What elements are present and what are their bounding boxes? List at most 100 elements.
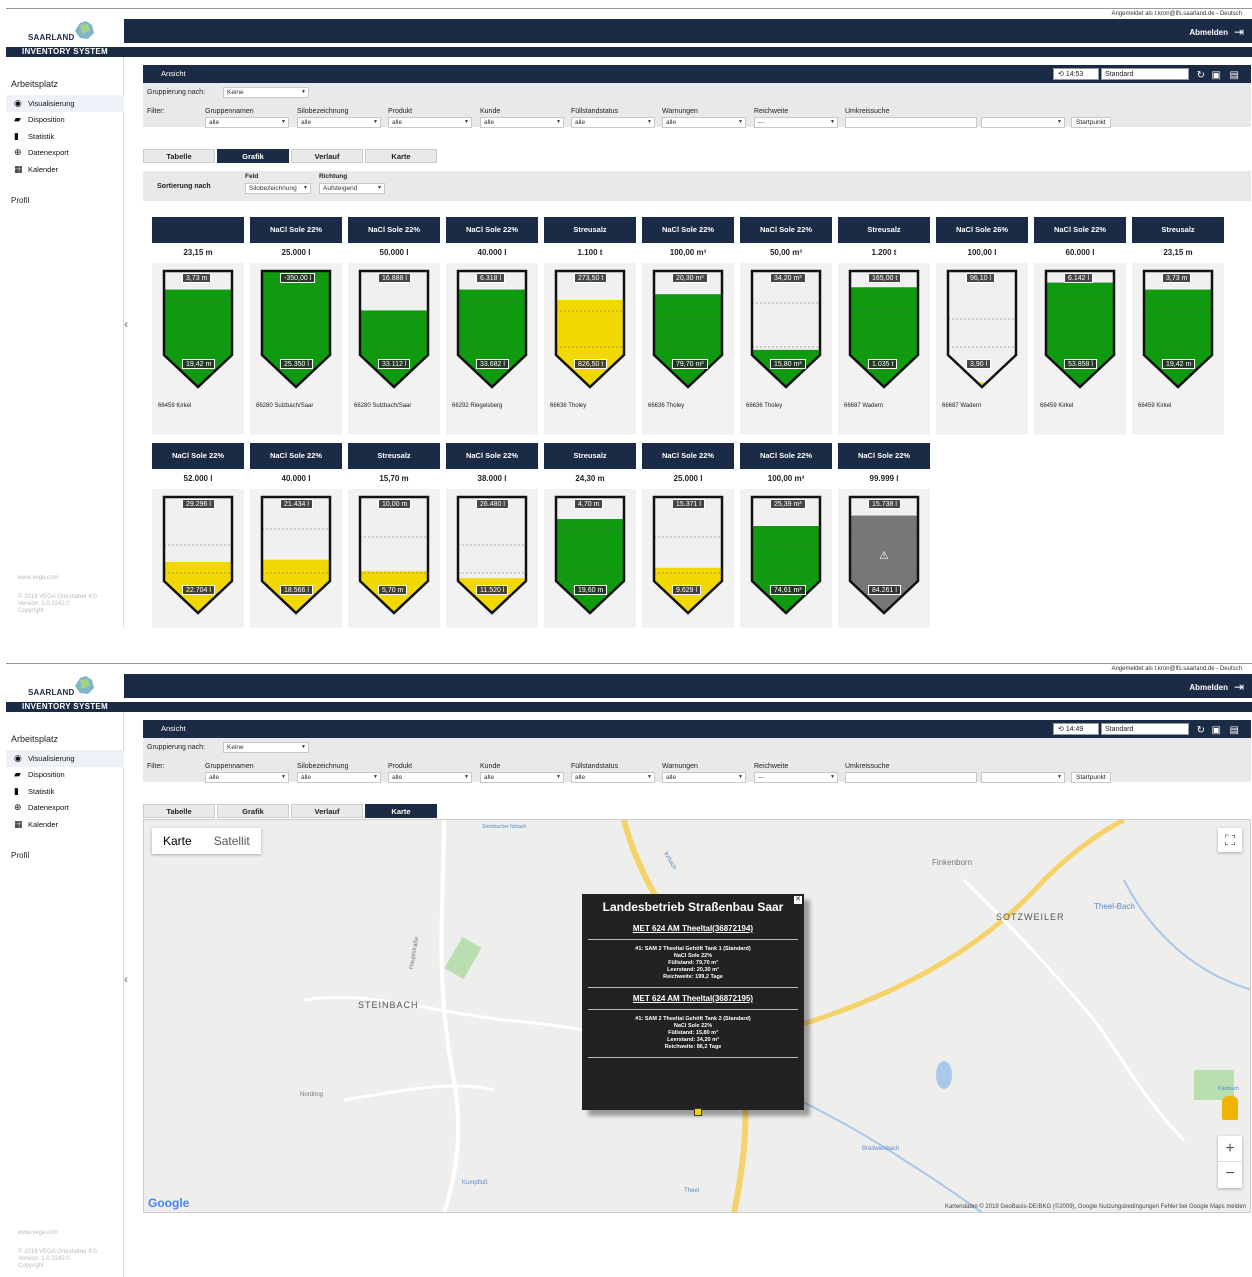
silo-card[interactable]: NaCl Sole 22% 40.000 l 6.318 l 33.682 l 6629…	[446, 217, 538, 435]
filter-silobezeichnung-select[interactable]: alle	[297, 117, 381, 128]
startpunkt-button[interactable]: Startpunkt	[1071, 772, 1111, 783]
sidebar-item-profil[interactable]: Profil	[11, 196, 29, 205]
radius-input[interactable]	[845, 117, 977, 128]
detail-line: NaCl Sole 22%	[673, 953, 713, 959]
sidebar-item-visualisierung[interactable]: ◉ Visualisierung	[6, 95, 124, 112]
tab-verlauf[interactable]: Verlauf	[291, 149, 363, 163]
sidebar-item-profil[interactable]: Profil	[11, 851, 29, 860]
filter-silobezeichnung-select[interactable]: alle	[297, 772, 381, 783]
filter-panel: Gruppierung nach: Keine Filter: Gruppenn…	[143, 83, 1251, 128]
sidebar-item-statistik[interactable]: ▮ Statistik	[6, 783, 124, 800]
tab-grafik[interactable]: Grafik	[217, 149, 289, 163]
silo-card[interactable]: Streusalz 1.100 t 273,50 t 826,50 t 66636 Th…	[544, 217, 636, 435]
collapse-sidebar-icon[interactable]: ‹	[124, 317, 134, 331]
startpunkt-button[interactable]: Startpunkt	[1071, 117, 1111, 128]
sidebar-item-kalender[interactable]: ▦ Kalender	[6, 816, 124, 833]
tab-karte[interactable]: Karte	[365, 804, 437, 818]
silo-card[interactable]: NaCl Sole 22% 50.000 l 16.888 l 33.112 l 662…	[348, 217, 440, 435]
time-button[interactable]: ⟲ 14:49	[1053, 723, 1099, 735]
map-type-karte-button[interactable]: Karte	[152, 828, 203, 854]
map-marker-icon[interactable]	[694, 1108, 702, 1116]
silo-card[interactable]: Streusalz 23,15 m 3,73 m 19,42 m 66459 Kirke…	[1132, 217, 1224, 435]
tab-grafik[interactable]: Grafik	[217, 804, 289, 818]
sidebar-item-datenexport[interactable]: ⊕ Datenexport	[6, 145, 124, 162]
tab-tabelle[interactable]: Tabelle	[143, 804, 215, 818]
map-attribution[interactable]: Kartendaten © 2019 GeoBasis-DE/BKG (©200…	[945, 1204, 1246, 1210]
filter-fuellstand-select[interactable]: alle	[571, 117, 655, 128]
zoom-out-icon[interactable]: −	[1218, 1162, 1242, 1188]
silo-card[interactable]: NaCl Sole 22% 25.000 l -350,00 l 25.350 l 66…	[250, 217, 342, 435]
tab-karte[interactable]: Karte	[365, 149, 437, 163]
silo-location: 66459 Kirkel	[158, 403, 192, 409]
sidebar-item-disposition[interactable]: ▰ Disposition	[6, 112, 124, 129]
tab-verlauf[interactable]: Verlauf	[291, 804, 363, 818]
filter-produkt-select[interactable]: alle	[388, 772, 472, 783]
pegman-icon[interactable]	[1222, 1096, 1238, 1120]
filter-panel: Gruppierung nach: Keine Filter: Gruppenn…	[143, 738, 1251, 783]
zoom-in-icon[interactable]: +	[1218, 1136, 1242, 1162]
filter-kunde-select[interactable]: alle	[480, 117, 564, 128]
sidebar-item-statistik[interactable]: ▮ Statistik	[6, 128, 124, 145]
silo-card[interactable]: Streusalz 1.200 t 165,00 t 1.035 t 66687 Wad…	[838, 217, 930, 435]
silo-card[interactable]: NaCl Sole 22% 100,00 m³ 20,30 m³ 79,70 m³ 66…	[642, 217, 734, 435]
map-type-satellit-button[interactable]: Satellit	[203, 828, 261, 854]
silo-capacity: 50,00 m³	[740, 243, 832, 263]
silo-location: 66280 Sulzbach/Saar	[354, 403, 412, 409]
sort-direction-select[interactable]: Aufsteigend	[319, 183, 385, 194]
radius-input[interactable]	[845, 772, 977, 783]
popup-site-link-1[interactable]: MET 624 AM Theeltal(36872194)	[582, 924, 804, 933]
filter-warnungen-select[interactable]: alle	[662, 117, 746, 128]
silo-card[interactable]: NaCl Sole 22%52.000 l29.296 l22.704 l664…	[152, 443, 244, 628]
eye-icon: ◉	[14, 752, 22, 763]
silo-empty-value: 10,00 m	[378, 499, 412, 509]
filter-reichweite-select[interactable]: ---	[754, 117, 838, 128]
filter-gruppennamen-label: Gruppennamen	[205, 108, 254, 115]
sidebar-item-kalender[interactable]: ▦ Kalender	[6, 161, 124, 178]
radius-select[interactable]	[981, 772, 1065, 783]
silo-card[interactable]: 23,15 m 3,73 m 19,42 m 66459 Kirkel	[152, 217, 244, 435]
logout-button[interactable]: Abmelden	[1189, 683, 1228, 692]
silo-card[interactable]: NaCl Sole 22% 60.000 l 6.142 l 53.858 l 6645…	[1034, 217, 1126, 435]
grouping-select[interactable]: Keine	[223, 87, 309, 98]
footer-url[interactable]: www.vega.com	[18, 1230, 97, 1237]
preset-select[interactable]: Standard	[1101, 723, 1189, 735]
sort-field-label: Feld	[245, 173, 259, 180]
close-icon[interactable]: ✕	[794, 896, 802, 904]
filter-gruppennamen-select[interactable]: alle	[205, 117, 289, 128]
sidebar-item-disposition[interactable]: ▰ Disposition	[6, 767, 124, 784]
popup-site-link-2[interactable]: MET 624 AM Theeltal(36872195)	[582, 994, 804, 1003]
silo-card[interactable]: NaCl Sole 22%25.000 l15.371 l9.629 l6639…	[642, 443, 734, 628]
preset-select[interactable]: Standard	[1101, 68, 1189, 80]
filter-produkt-select[interactable]: alle	[388, 117, 472, 128]
radius-select[interactable]	[981, 117, 1065, 128]
sort-field-select[interactable]: Silobezeichnung	[245, 183, 311, 194]
filter-fuellstand-select[interactable]: alle	[571, 772, 655, 783]
silo-card[interactable]: NaCl Sole 22% 50,00 m³ 34,20 m³ 15,80 m³ 666…	[740, 217, 832, 435]
map-view[interactable]: Karte Satellit STEINBACH SOTZWEILER Fink…	[143, 819, 1251, 1213]
fullscreen-icon[interactable]: ⛶	[1218, 828, 1242, 852]
logout-icon[interactable]: ⇥	[1234, 680, 1244, 694]
sidebar-item-visualisierung[interactable]: ◉ Visualisierung	[6, 750, 124, 767]
footer-url[interactable]: www.vega.com	[18, 575, 97, 582]
filter-reichweite-select[interactable]: ---	[754, 772, 838, 783]
silo-product	[152, 217, 244, 243]
silo-card[interactable]: NaCl Sole 26% 100,00 l 96,10 l 3,90 l 66687 …	[936, 217, 1028, 435]
silo-product: Streusalz	[348, 443, 440, 469]
silo-card[interactable]: NaCl Sole 22%38.000 l26.480 l11.520 l664…	[446, 443, 538, 628]
filter-kunde-select[interactable]: alle	[480, 772, 564, 783]
logout-button[interactable]: Abmelden	[1189, 28, 1228, 37]
collapse-sidebar-icon[interactable]: ‹	[124, 972, 134, 986]
filter-warnungen-select[interactable]: alle	[662, 772, 746, 783]
silo-card[interactable]: Streusalz15,70 m10,00 m5,70 m66450 Bexba…	[348, 443, 440, 628]
sidebar-item-datenexport[interactable]: ⊕ Datenexport	[6, 800, 124, 817]
filter-gruppennamen-select[interactable]: alle	[205, 772, 289, 783]
silo-card[interactable]: NaCl Sole 22%40.000 l21.434 l18.566 l664…	[250, 443, 342, 628]
grouping-select[interactable]: Keine	[223, 742, 309, 753]
silo-card[interactable]: NaCl Sole 22%99.999 l⚠15.738 l84.261 l66…	[838, 443, 930, 628]
time-button[interactable]: ⟲ 14:53	[1053, 68, 1099, 80]
silo-fill-value: 826,50 t	[574, 359, 608, 369]
silo-card[interactable]: Streusalz24,30 m4,70 m19,60 m66440 Mande…	[544, 443, 636, 628]
tab-tabelle[interactable]: Tabelle	[143, 149, 215, 163]
logout-icon[interactable]: ⇥	[1234, 25, 1244, 39]
silo-card[interactable]: NaCl Sole 22%100,00 m³25,39 m³74,61 m³66…	[740, 443, 832, 628]
